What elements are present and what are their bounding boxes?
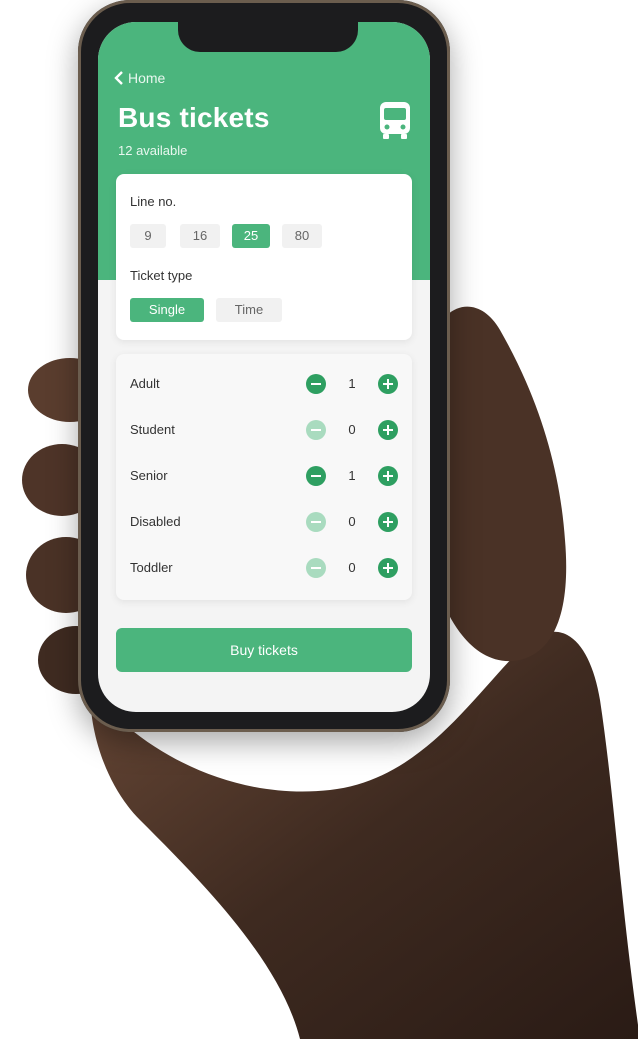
passenger-row-adult: Adult 1 bbox=[116, 370, 412, 400]
increase-adult-button[interactable] bbox=[378, 374, 398, 394]
decrease-adult-button[interactable] bbox=[306, 374, 326, 394]
student-qty: 0 bbox=[348, 422, 356, 437]
increase-student-button[interactable] bbox=[378, 420, 398, 440]
passenger-card: Adult 1 Student 0 Senior 1 Disabled 0 To… bbox=[116, 354, 412, 600]
decrease-senior-button[interactable] bbox=[306, 466, 326, 486]
bus-icon bbox=[380, 102, 410, 139]
passenger-name: Senior bbox=[130, 468, 168, 483]
ticket-type-single[interactable]: Single bbox=[130, 298, 204, 322]
passenger-name: Student bbox=[130, 422, 175, 437]
passenger-row-student: Student 0 bbox=[116, 416, 412, 446]
availability-count: 12 available bbox=[118, 143, 188, 158]
passenger-name: Toddler bbox=[130, 560, 173, 575]
app-screen: Home Bus tickets 12 available Line no. 9… bbox=[98, 22, 430, 712]
phone-notch bbox=[178, 18, 358, 52]
line-label: Line no. bbox=[130, 194, 177, 209]
passenger-name: Disabled bbox=[130, 514, 181, 529]
buy-tickets-button[interactable]: Buy tickets bbox=[116, 628, 412, 672]
increase-senior-button[interactable] bbox=[378, 466, 398, 486]
adult-qty: 1 bbox=[348, 376, 356, 391]
line-option-25[interactable]: 25 bbox=[232, 224, 270, 248]
chevron-left-icon bbox=[114, 71, 123, 85]
line-option-9[interactable]: 9 bbox=[130, 224, 166, 248]
back-button[interactable]: Home bbox=[114, 70, 165, 86]
increase-disabled-button[interactable] bbox=[378, 512, 398, 532]
passenger-row-toddler: Toddler 0 bbox=[116, 554, 412, 584]
line-option-80[interactable]: 80 bbox=[282, 224, 322, 248]
senior-qty: 1 bbox=[348, 468, 356, 483]
passenger-row-senior: Senior 1 bbox=[116, 462, 412, 492]
decrease-toddler-button[interactable] bbox=[306, 558, 326, 578]
passenger-row-disabled: Disabled 0 bbox=[116, 508, 412, 538]
toddler-qty: 0 bbox=[348, 560, 356, 575]
disabled-qty: 0 bbox=[348, 514, 356, 529]
ticket-type-label: Ticket type bbox=[130, 268, 193, 283]
decrease-student-button[interactable] bbox=[306, 420, 326, 440]
line-option-16[interactable]: 16 bbox=[180, 224, 220, 248]
ticket-type-time[interactable]: Time bbox=[216, 298, 282, 322]
page-title: Bus tickets bbox=[118, 102, 270, 133]
passenger-name: Adult bbox=[130, 376, 160, 391]
back-label: Home bbox=[128, 70, 166, 86]
decrease-disabled-button[interactable] bbox=[306, 512, 326, 532]
ticket-options-card: Line no. 9 16 25 80 Ticket type Single T… bbox=[116, 174, 412, 340]
increase-toddler-button[interactable] bbox=[378, 558, 398, 578]
